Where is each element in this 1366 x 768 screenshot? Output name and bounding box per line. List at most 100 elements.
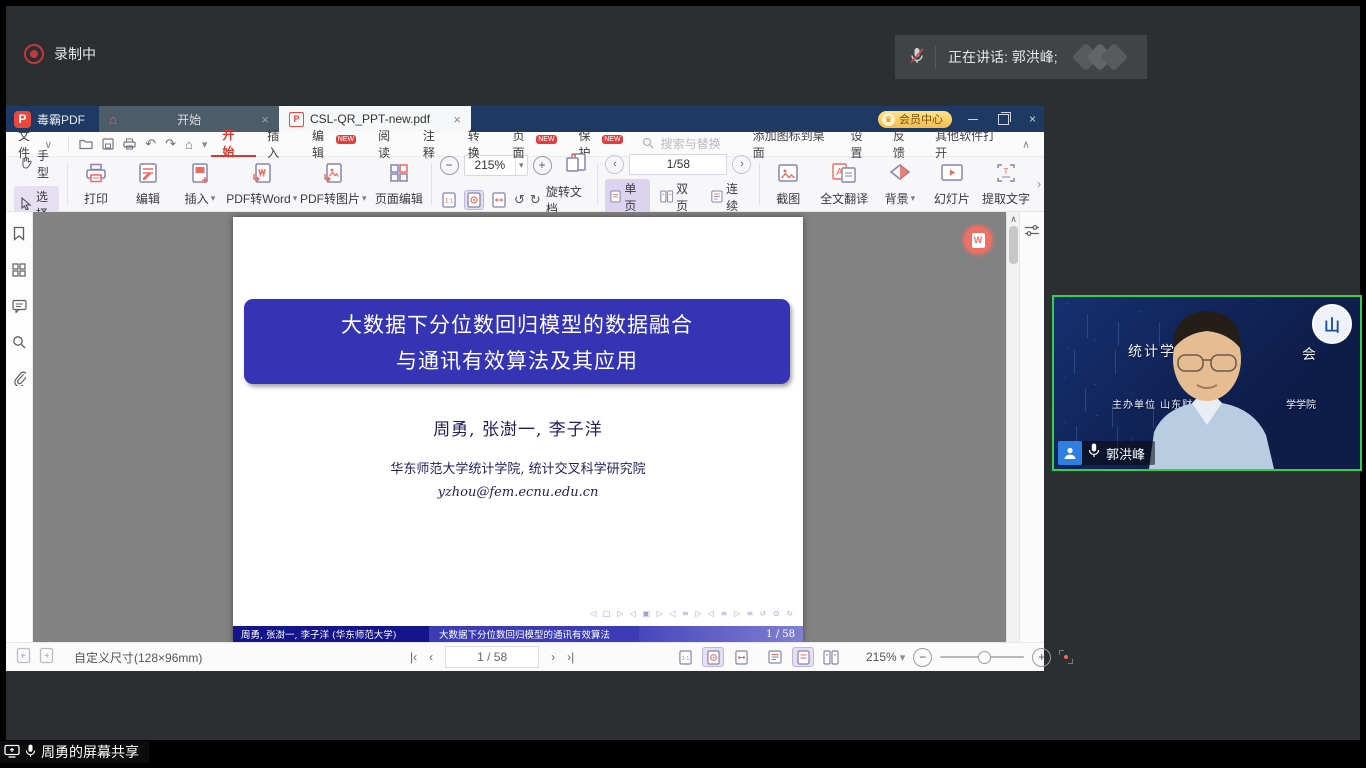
page-indicator-field[interactable]: 1/58	[629, 154, 727, 175]
previous-view-icon[interactable]	[16, 647, 31, 667]
slide-footer: 周勇, 张澍一, 李子洋 (华东师范大学) 大数据下分位数回归模型的通讯有效算法…	[233, 626, 803, 642]
reading-settings-icon[interactable]	[1024, 224, 1040, 642]
rotate-pages-icon[interactable]	[563, 152, 589, 179]
page-grid-icon	[388, 162, 410, 187]
app-name: 毒霸PDF	[37, 111, 85, 128]
extract-text-button[interactable]: T 提取文字	[978, 157, 1034, 211]
cursor-icon	[20, 197, 32, 213]
slide-affiliation: 华东师范大学统计学院, 统计交叉科学研究院	[233, 458, 803, 477]
search-input[interactable]	[659, 136, 753, 152]
pdf-file-icon: P	[289, 112, 304, 127]
pdf-to-word-floating-button[interactable]: W	[964, 226, 992, 254]
menu-item-page[interactable]: 页面NEW	[502, 132, 568, 156]
slideshow-icon	[939, 162, 965, 187]
tab-close-icon[interactable]: ×	[453, 112, 461, 127]
last-page-button[interactable]: ›|	[567, 650, 574, 664]
home-view-icon[interactable]: ⌂	[185, 137, 193, 152]
first-page-button[interactable]: |‹	[410, 650, 417, 664]
hand-tool-button[interactable]: 手型	[14, 145, 59, 183]
scrollbar-thumb[interactable]	[1009, 226, 1018, 264]
thumbnails-panel-icon[interactable]	[12, 263, 26, 277]
single-page-mode-button[interactable]	[792, 647, 814, 667]
comments-panel-icon[interactable]	[12, 299, 27, 313]
continuous-mode-button[interactable]	[764, 647, 786, 667]
translate-button[interactable]: A 全文翻译	[814, 157, 874, 211]
edit-button[interactable]: 编辑	[122, 157, 174, 211]
next-view-icon[interactable]	[39, 647, 54, 667]
open-with-other[interactable]: 其他软件打开	[935, 127, 1002, 161]
rotate-left-icon[interactable]: ↺	[514, 192, 525, 208]
bookmarks-panel-icon[interactable]	[12, 226, 26, 241]
background-icon	[887, 162, 913, 187]
search-panel-icon[interactable]	[12, 335, 26, 349]
svg-text:T: T	[1003, 167, 1008, 176]
vip-center-button[interactable]: ♛ 会员中心	[878, 111, 952, 128]
single-page-mode-button[interactable]: 单页	[605, 179, 649, 215]
next-page-button[interactable]: ›	[732, 155, 751, 174]
menu-item-annotate[interactable]: 注释	[412, 132, 457, 156]
zoom-slider-knob[interactable]	[978, 651, 991, 664]
attachments-panel-icon[interactable]	[13, 371, 26, 386]
double-page-mode-button[interactable]: 双页	[655, 179, 702, 215]
page-edit-button[interactable]: 页面编辑	[369, 157, 429, 211]
hand-icon	[20, 156, 33, 172]
previous-page-button[interactable]: ‹	[605, 155, 624, 174]
screenshot-button[interactable]: 截图	[762, 157, 814, 211]
toolbar: 手型 选择 打印 编辑 插入▾ PDF转Word▾ PDF转图片▾	[6, 157, 1044, 212]
zoom-slider[interactable]	[940, 656, 1024, 658]
rotate-right-icon[interactable]: ↻	[530, 192, 541, 208]
double-page-mode-button[interactable]	[820, 647, 842, 667]
webcam-video-tile[interactable]: 统计学科高 会 主办单位 山东财 学学院 山 郭洪峰	[1052, 295, 1362, 471]
quickbar-dropdown-icon[interactable]: ▾	[202, 138, 208, 151]
menu-item-insert[interactable]: 插入	[256, 132, 301, 156]
zoom-out-button[interactable]: −	[913, 648, 932, 667]
app-logo-icon: P	[14, 111, 31, 128]
redo-icon[interactable]: ↷	[165, 136, 176, 152]
insert-button[interactable]: 插入▾	[174, 157, 226, 211]
settings-menu[interactable]: 设置	[851, 127, 873, 161]
microphone-icon	[1088, 443, 1100, 463]
add-desktop-shortcut[interactable]: 添加图标到桌面	[753, 127, 831, 161]
minimize-button[interactable]	[968, 119, 978, 120]
fit-width-button[interactable]	[730, 647, 752, 667]
pdf-to-image-button[interactable]: PDF转图片▾	[298, 157, 370, 211]
page-number-field[interactable]: 1 / 58	[445, 646, 539, 668]
open-file-icon[interactable]	[79, 138, 93, 150]
fit-width-button[interactable]	[489, 190, 509, 210]
save-icon[interactable]	[102, 138, 114, 150]
fit-page-button[interactable]	[702, 647, 724, 667]
slide-footer-title: 大数据下分位数回归模型的通讯有效算法	[429, 626, 639, 642]
menu-item-start[interactable]: 开始	[211, 131, 256, 157]
close-button[interactable]: ×	[1029, 112, 1036, 126]
vertical-scrollbar[interactable]: ∧	[1006, 212, 1020, 642]
slide-title-line1: 大数据下分位数回归模型的数据融合	[341, 309, 693, 339]
pdf-to-word-button[interactable]: PDF转Word▾	[226, 157, 298, 211]
background-button[interactable]: 背景▾	[874, 157, 926, 211]
zoom-in-button[interactable]: +	[1032, 648, 1051, 667]
slideshow-button[interactable]: 幻灯片	[926, 157, 978, 211]
menu-item-convert[interactable]: 转换	[457, 132, 502, 156]
search-box[interactable]	[642, 136, 753, 152]
collapse-ribbon-icon[interactable]: ∧	[1022, 138, 1030, 151]
tab-home[interactable]: ⌂ 开始 ×	[99, 106, 279, 132]
toolbar-expand-icon[interactable]: ›	[1034, 157, 1044, 211]
print-button[interactable]: 打印	[70, 157, 122, 211]
new-badge: NEW	[602, 135, 622, 144]
undo-icon[interactable]: ↶	[145, 136, 156, 152]
menu-item-edit[interactable]: 编辑NEW	[301, 132, 367, 156]
continuous-mode-button[interactable]: 连续	[706, 179, 751, 215]
feedback-menu[interactable]: 反馈	[893, 127, 915, 161]
next-page-button[interactable]: ›	[551, 650, 555, 664]
pdf-to-word-icon	[250, 162, 274, 187]
restore-button[interactable]	[998, 114, 1009, 125]
zoom-in-button[interactable]: +	[533, 156, 552, 175]
actual-size-button[interactable]: 1:1	[440, 190, 460, 210]
tab-close-icon[interactable]: ×	[261, 112, 269, 127]
actual-size-button[interactable]: 1:1	[674, 647, 696, 667]
fit-page-button[interactable]	[464, 190, 484, 210]
zoom-level-dropdown[interactable]: 215% ▾	[866, 650, 905, 664]
previous-page-button[interactable]: ‹	[429, 650, 433, 664]
print-icon[interactable]	[123, 138, 136, 150]
menu-item-read[interactable]: 阅读	[367, 132, 412, 156]
fullscreen-icon[interactable]	[1059, 650, 1073, 664]
